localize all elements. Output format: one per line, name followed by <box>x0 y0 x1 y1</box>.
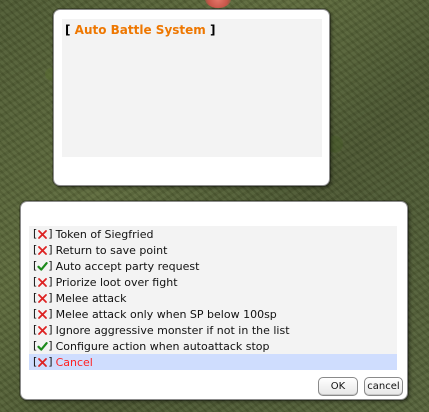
option-state: [] <box>33 292 53 304</box>
right-bracket: ] <box>48 227 53 240</box>
cancel-button[interactable]: cancel <box>364 377 403 396</box>
right-bracket: ] <box>48 243 53 256</box>
menu-item[interactable]: [] Return to save point <box>29 242 397 258</box>
menu-item-label: Return to save point <box>55 243 168 257</box>
message-title: Auto Battle System <box>74 23 206 37</box>
cross-icon <box>38 309 48 319</box>
cross-icon <box>38 325 48 335</box>
option-state: [] <box>33 228 53 240</box>
cross-icon <box>38 229 48 239</box>
message-title-line: [ Auto Battle System ] <box>65 23 215 37</box>
right-bracket: ] <box>48 275 53 288</box>
cross-icon <box>38 245 48 255</box>
option-state: [] <box>33 324 53 336</box>
menu-item-label: Ignore aggressive monster if not in the … <box>55 323 290 337</box>
menu-item-label: Cancel <box>55 355 93 369</box>
menu-item-label: Configure action when autoattack stop <box>55 339 270 353</box>
ok-button[interactable]: OK <box>318 377 358 396</box>
menu-item[interactable]: [] Melee attack <box>29 290 397 306</box>
cross-icon <box>38 293 48 303</box>
menu-list: [] Token of Siegfried[] Return to save poi… <box>29 226 397 370</box>
option-state: [] <box>33 244 53 256</box>
right-bracket: ] <box>48 259 53 272</box>
menu-item[interactable]: [] Token of Siegfried <box>29 226 397 242</box>
menu-item-label: Token of Siegfried <box>55 227 154 241</box>
menu-item[interactable]: [] Ignore aggressive monster if not in th… <box>29 322 397 338</box>
close-bracket: ] <box>209 23 216 37</box>
option-state: [] <box>33 340 53 352</box>
menu-item-label: Melee attack only when SP below 100sp <box>55 307 277 321</box>
menu-item[interactable]: [] Cancel <box>29 354 397 370</box>
right-bracket: ] <box>48 339 53 352</box>
right-bracket: ] <box>48 323 53 336</box>
menu-item-label: Melee attack <box>55 291 127 305</box>
check-icon <box>37 261 48 271</box>
message-window: [ Auto Battle System ] <box>53 9 330 186</box>
menu-window: [] Token of Siegfried[] Return to save poi… <box>20 201 408 400</box>
right-bracket: ] <box>48 291 53 304</box>
right-bracket: ] <box>48 307 53 320</box>
option-state: [] <box>33 356 53 368</box>
option-state: [] <box>33 308 53 320</box>
open-bracket: [ <box>65 23 71 37</box>
menu-item-label: Auto accept party request <box>55 259 200 273</box>
right-bracket: ] <box>48 355 53 368</box>
cross-icon <box>38 277 48 287</box>
menu-item[interactable]: [] Configure action when autoattack stop <box>29 338 397 354</box>
menu-item[interactable]: [] Priorize loot over fight <box>29 274 397 290</box>
menu-item[interactable]: [] Auto accept party request <box>29 258 397 274</box>
option-state: [] <box>33 260 53 272</box>
menu-item-label: Priorize loot over fight <box>55 275 178 289</box>
menu-item[interactable]: [] Melee attack only when SP below 100sp <box>29 306 397 322</box>
check-icon <box>37 341 48 351</box>
cross-icon <box>38 357 48 367</box>
scene-object <box>205 0 231 8</box>
option-state: [] <box>33 276 53 288</box>
message-area: [ Auto Battle System ] <box>62 19 322 157</box>
